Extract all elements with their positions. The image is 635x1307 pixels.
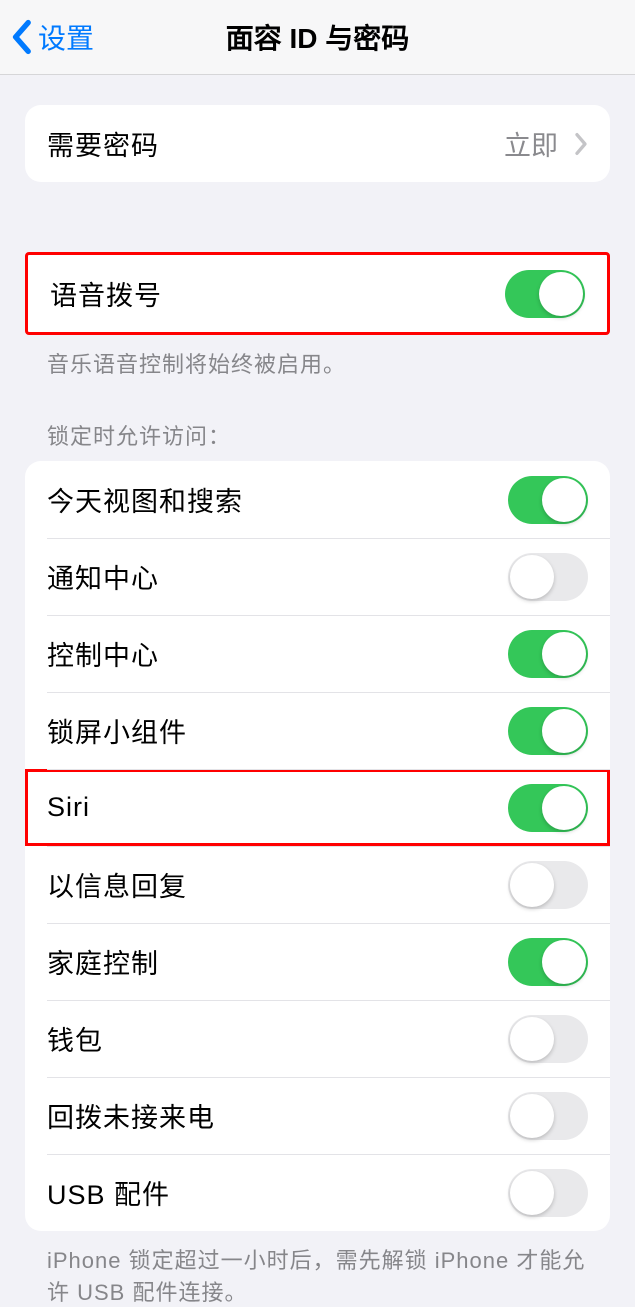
access-row-label: 锁屏小组件 [47,711,187,750]
navigation-bar: 设置 面容 ID 与密码 [0,0,635,75]
chevron-right-icon [574,132,588,156]
voice-dial-group: 语音拨号 [25,252,610,335]
access-header: 锁定时允许访问： [25,379,610,461]
access-row: 钱包 [25,1000,610,1077]
access-row: Siri [25,769,610,846]
access-row: 锁屏小组件 [25,692,610,769]
voice-dial-footer: 音乐语音控制将始终被启用。 [25,335,610,379]
access-toggle[interactable] [508,1169,588,1217]
passcode-group: 需要密码 立即 [25,105,610,182]
page-title: 面容 ID 与密码 [226,17,410,57]
access-row-label: 以信息回复 [47,865,187,904]
access-row: USB 配件 [25,1154,610,1231]
access-row: 通知中心 [25,538,610,615]
access-row: 控制中心 [25,615,610,692]
access-row-label: USB 配件 [47,1173,170,1212]
voice-dial-toggle[interactable] [505,270,585,318]
chevron-left-icon [10,19,32,55]
access-toggle[interactable] [508,630,588,678]
access-group: 今天视图和搜索通知中心控制中心锁屏小组件 Siri 以信息回复家庭控制钱包回拨未接来… [25,461,610,1231]
require-passcode-row[interactable]: 需要密码 立即 [25,105,610,182]
access-row: 回拨未接来电 [25,1077,610,1154]
access-toggle[interactable] [508,553,588,601]
require-passcode-label: 需要密码 [47,124,159,163]
access-row-label: Siri [47,792,90,823]
access-row-label: 回拨未接来电 [47,1096,215,1135]
access-row-label: 今天视图和搜索 [47,480,243,519]
access-row-label: 家庭控制 [47,942,159,981]
access-row-label: 控制中心 [47,634,159,673]
access-toggle[interactable] [508,1015,588,1063]
access-footer: iPhone 锁定超过一小时后，需先解锁 iPhone 才能允许 USB 配件连… [25,1231,610,1307]
access-row: 以信息回复 [25,846,610,923]
back-label: 设置 [38,17,94,57]
require-passcode-value: 立即 [504,124,588,163]
access-row: 今天视图和搜索 [25,461,610,538]
access-toggle[interactable] [508,1092,588,1140]
voice-dial-row: 语音拨号 [28,255,607,332]
access-toggle[interactable] [508,861,588,909]
back-button[interactable]: 设置 [10,17,94,57]
voice-dial-label: 语音拨号 [50,274,162,313]
access-row: 家庭控制 [25,923,610,1000]
access-row-label: 通知中心 [47,557,159,596]
access-toggle[interactable] [508,707,588,755]
access-toggle[interactable] [508,784,588,832]
access-toggle[interactable] [508,938,588,986]
access-toggle[interactable] [508,476,588,524]
access-row-label: 钱包 [47,1019,103,1058]
